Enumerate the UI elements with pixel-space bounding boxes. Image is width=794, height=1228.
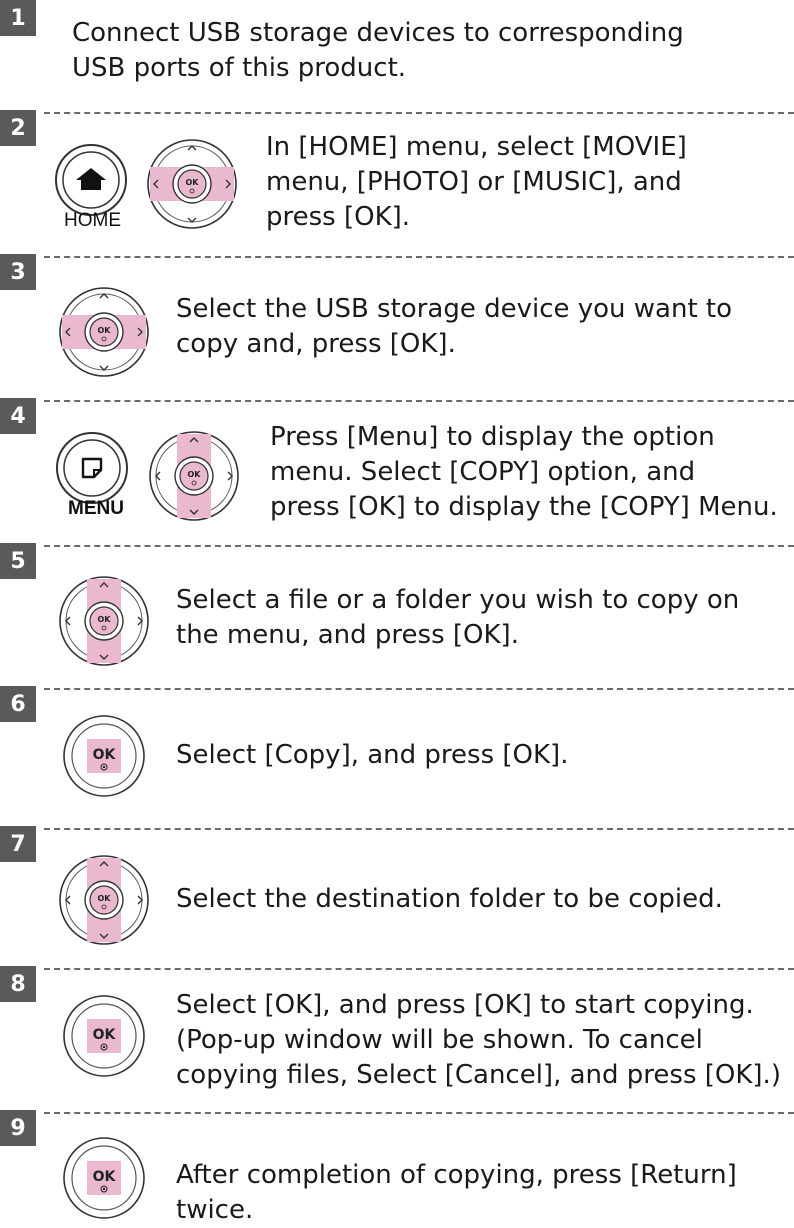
- home-label: HOME: [64, 210, 121, 231]
- home-button: [55, 140, 135, 220]
- divider: [44, 112, 794, 114]
- divider: [44, 688, 794, 690]
- svg-text:OK: OK: [188, 470, 202, 479]
- divider: [44, 545, 794, 547]
- ok-button-icon: OK: [63, 1137, 145, 1219]
- nav-pad-ud: OK: [56, 852, 152, 948]
- step-text: Select the USB storage device you want t…: [176, 294, 733, 359]
- menu-label: MENU: [68, 498, 124, 519]
- step-text: Connect USB storage devices to correspon…: [72, 18, 684, 83]
- navigation-pad-icon: OK: [59, 855, 149, 945]
- step-text: Select a file or a folder you wish to co…: [176, 585, 740, 650]
- navigation-pad-icon: OK: [59, 287, 149, 377]
- step-number: 1: [0, 0, 36, 36]
- svg-text:OK: OK: [93, 747, 117, 763]
- nav-pad-lr: OK: [56, 284, 152, 380]
- ok-button-icon: OK: [63, 715, 145, 797]
- nav-pad-ud: OK: [56, 573, 152, 669]
- step-text: Select the destination folder to be copi…: [176, 884, 723, 914]
- menu-button: [56, 428, 136, 508]
- step-text: Press [Menu] to display the option menu.…: [270, 422, 778, 522]
- svg-text:OK: OK: [93, 1169, 117, 1185]
- step-text: Select [OK], and press [OK] to start cop…: [176, 990, 781, 1090]
- step-number: 6: [0, 686, 36, 722]
- navigation-pad-icon: OK: [149, 431, 239, 521]
- divider: [44, 400, 794, 402]
- step-number: 5: [0, 543, 36, 579]
- svg-text:OK: OK: [93, 1027, 117, 1043]
- step-number: 9: [0, 1110, 36, 1146]
- nav-pad-lr: OK: [144, 136, 240, 232]
- svg-text:OK: OK: [98, 615, 112, 624]
- ok-button-icon: OK: [63, 995, 145, 1077]
- step-number: 7: [0, 826, 36, 862]
- step-number: 3: [0, 254, 36, 290]
- svg-text:OK: OK: [98, 894, 112, 903]
- nav-pad-ud: OK: [146, 428, 242, 524]
- divider: [44, 256, 794, 258]
- ok-button: OK: [62, 714, 146, 798]
- step-number: 4: [0, 398, 36, 434]
- svg-text:OK: OK: [98, 326, 112, 335]
- svg-text:OK: OK: [186, 178, 200, 187]
- divider: [44, 828, 794, 830]
- divider: [44, 968, 794, 970]
- step-number: 8: [0, 966, 36, 1002]
- ok-button: OK: [62, 994, 146, 1078]
- navigation-pad-icon: OK: [147, 139, 237, 229]
- navigation-pad-icon: OK: [59, 576, 149, 666]
- home-icon: [55, 144, 127, 216]
- step-text: Select [Copy], and press [OK].: [176, 740, 569, 770]
- step-text: After completion of copying, press [Retu…: [176, 1160, 737, 1225]
- ok-button: OK: [62, 1136, 146, 1220]
- menu-icon: [56, 432, 128, 504]
- step-number: 2: [0, 110, 36, 146]
- divider: [44, 1112, 794, 1114]
- step-text: In [HOME] menu, select [MOVIE] menu, [PH…: [266, 132, 687, 232]
